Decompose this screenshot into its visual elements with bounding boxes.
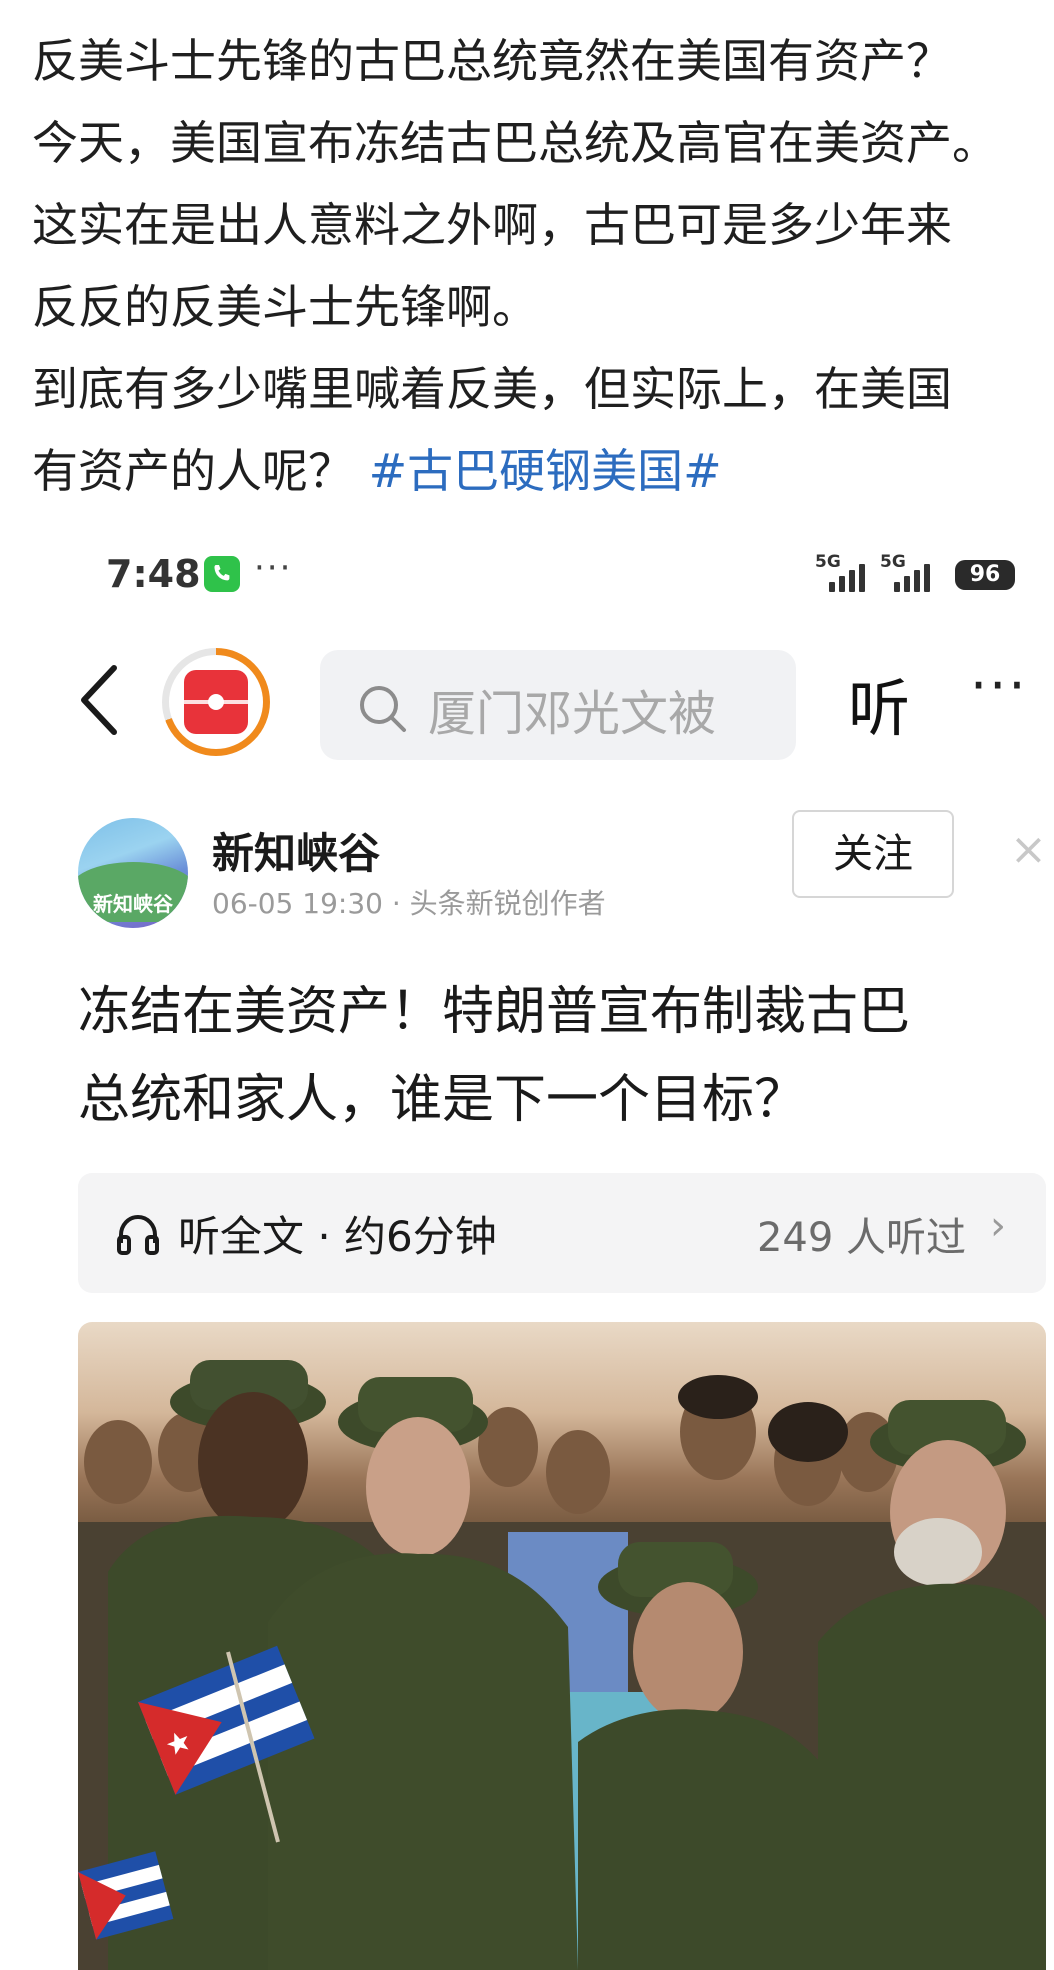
post-last-line: 有资产的人呢？ #古巴硬钢美国#: [32, 430, 1042, 512]
article-title-line: 冻结在美资产！特朗普宣布制裁古巴: [78, 982, 911, 1042]
article-title: 冻结在美资产！特朗普宣布制裁古巴 总统和家人，谁是下一个目标？: [78, 968, 1018, 1144]
post-line-text: 有资产的人呢？: [32, 444, 354, 498]
battery-indicator: 96: [955, 560, 1015, 590]
post-line: 今天，美国宣布冻结古巴总统及高官在美资产。: [32, 116, 998, 170]
article-photo[interactable]: [78, 1322, 1046, 1970]
avatar-text: 新知峡谷: [93, 892, 173, 916]
search-placeholder: 厦门邓光文被: [428, 686, 717, 742]
author-name[interactable]: 新知峡谷: [212, 820, 380, 881]
phone-call-icon: [204, 556, 240, 592]
follow-button[interactable]: 关注: [792, 810, 954, 898]
listen-count: 249 人听过: [756, 1215, 966, 1261]
chevron-right-icon: ›: [990, 1203, 1006, 1249]
author-row: 新知峡谷 新知峡谷 06-05 19:30 · 头条新锐创作者 关注 ×: [0, 810, 1054, 930]
signal-label: 5G: [880, 552, 906, 572]
search-icon: [360, 686, 406, 732]
hashtag-link[interactable]: #古巴硬钢美国#: [369, 444, 722, 498]
post-line: 这实在是出人意料之外啊，古巴可是多少年来: [32, 198, 952, 252]
embedded-screenshot: 7:48 ··· 5G 5G 96 厦门邓光文被 听 ··· 新知峡谷 新知峡谷…: [0, 520, 1054, 1970]
listen-label: 听全文 · 约6分钟: [178, 1212, 497, 1261]
close-icon[interactable]: ×: [1010, 824, 1047, 875]
signal-label: 5G: [815, 552, 841, 572]
avatar[interactable]: 新知峡谷: [78, 818, 188, 928]
nav-bar: 厦门邓光文被 听 ···: [0, 640, 1054, 760]
app-logo-icon[interactable]: [162, 648, 270, 756]
more-notifications-icon: ···: [254, 548, 293, 588]
headphones-icon: [116, 1213, 160, 1259]
author-meta: 06-05 19:30 · 头条新锐创作者: [212, 887, 606, 920]
more-options-icon[interactable]: ···: [970, 654, 1028, 717]
listen-full-text-card[interactable]: 听全文 · 约6分钟 249 人听过 ›: [78, 1173, 1046, 1293]
status-bar: 7:48 ··· 5G 5G 96: [0, 548, 1054, 600]
signal-icon: 5G: [815, 552, 877, 594]
post-line: 反反的反美斗士先锋啊。: [32, 280, 538, 334]
post-line: 反美斗士先锋的古巴总统竟然在美国有资产？: [32, 34, 952, 88]
search-input[interactable]: 厦门邓光文被: [320, 650, 796, 760]
signal-icon: 5G: [880, 552, 942, 594]
post-body: 反美斗士先锋的古巴总统竟然在美国有资产？ 今天，美国宣布冻结古巴总统及高官在美资…: [32, 20, 1042, 512]
status-time: 7:48: [106, 552, 201, 596]
back-arrow-icon[interactable]: [70, 660, 130, 740]
post-line: 到底有多少嘴里喊着反美，但实际上，在美国: [32, 362, 952, 416]
article-title-line: 总统和家人，谁是下一个目标？: [78, 1070, 807, 1130]
listen-button[interactable]: 听: [848, 658, 910, 748]
cuban-leaders-photo: [78, 1360, 1046, 1970]
